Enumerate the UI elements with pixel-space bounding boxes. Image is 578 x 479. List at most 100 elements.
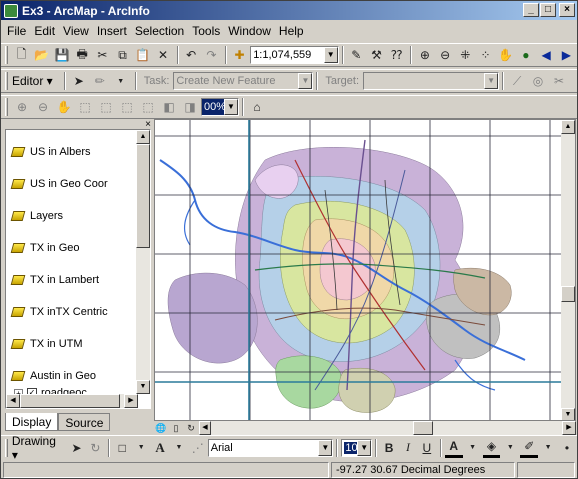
delete-icon[interactable]: ✕ <box>153 45 172 65</box>
menu-help[interactable]: Help <box>279 24 304 38</box>
layout-view-icon[interactable]: ▯ <box>169 421 183 435</box>
layout-zoom-combo[interactable]: 00% ▼ <box>201 98 239 116</box>
edit-tool-icon[interactable]: ➤ <box>69 71 89 91</box>
map-canvas[interactable] <box>155 120 576 421</box>
tab-display[interactable]: Display <box>5 413 59 431</box>
zoom-in-icon[interactable]: ⊕ <box>415 45 434 65</box>
toc-frame-item[interactable]: US in Geo Coor <box>10 178 108 190</box>
scroll-up-icon[interactable]: ▲ <box>561 120 575 134</box>
select-elements-icon[interactable]: ➤ <box>68 438 86 458</box>
scroll-left-icon[interactable]: ◀ <box>199 421 211 435</box>
tab-source[interactable]: Source <box>58 413 111 431</box>
hscroll-thumb[interactable] <box>20 394 120 408</box>
print-icon[interactable]: 🖶 <box>73 45 92 65</box>
cut-icon[interactable]: ✂ <box>93 45 112 65</box>
drawing-menu-button[interactable]: Drawing ▾ <box>12 434 60 462</box>
chevron-down-icon[interactable]: ▼ <box>484 73 499 89</box>
text-icon[interactable]: A <box>151 438 169 458</box>
close-button[interactable]: × <box>559 3 575 17</box>
redo-icon[interactable]: ↷ <box>202 45 221 65</box>
scroll-left-icon[interactable]: ◀ <box>6 394 20 408</box>
editor-menu-button[interactable]: Editor ▾ <box>12 74 53 88</box>
edit-vertices-icon[interactable]: ⋰ <box>189 438 207 458</box>
toc-frame-item[interactable]: TX in UTM <box>10 338 83 350</box>
line-color-dropdown-icon[interactable]: ▼ <box>539 438 557 458</box>
scroll-thumb[interactable] <box>136 144 150 248</box>
menu-view[interactable]: View <box>63 24 89 38</box>
italic-button[interactable]: I <box>399 438 417 458</box>
zoom-out-icon[interactable]: ⊖ <box>436 45 455 65</box>
font-size-combo[interactable]: 10 ▼ <box>341 438 373 457</box>
full-extent-icon[interactable]: ● <box>516 45 535 65</box>
chevron-down-icon[interactable]: ▼ <box>357 439 372 456</box>
undo-icon[interactable]: ↶ <box>182 45 201 65</box>
map-display[interactable]: ▲ ▼ <box>154 119 576 421</box>
data-view-icon[interactable]: 🌐 <box>154 421 168 435</box>
font-color-icon[interactable]: A <box>444 438 463 458</box>
line-color-icon[interactable]: ✐ <box>520 438 539 458</box>
text-dropdown-icon[interactable]: ▼ <box>170 438 188 458</box>
rotate-icon[interactable]: ↻ <box>86 438 104 458</box>
menu-tools[interactable]: Tools <box>192 24 220 38</box>
editor-toolbar-icon[interactable]: ✎ <box>347 45 366 65</box>
sketch-tool-icon[interactable]: ✏ <box>90 71 110 91</box>
map-scroll-thumb[interactable] <box>561 286 575 302</box>
font-combo[interactable]: Arial ▼ <box>207 438 334 457</box>
marker-color-icon[interactable]: • <box>558 438 576 458</box>
toc-horizontal-scrollbar[interactable]: ◀ ▶ <box>6 394 138 408</box>
fill-color-dropdown-icon[interactable]: ▼ <box>501 438 519 458</box>
save-icon[interactable]: 💾 <box>52 45 71 65</box>
sketch-dropdown-icon[interactable]: ▼ <box>111 71 131 91</box>
open-icon[interactable]: 📂 <box>32 45 51 65</box>
fixed-zoom-in-layout-icon[interactable]: ⬚ <box>117 97 137 117</box>
underline-button[interactable]: U <box>418 438 436 458</box>
task-combo[interactable]: Create New Feature ▼ <box>173 72 314 90</box>
chevron-down-icon[interactable]: ▼ <box>298 73 313 89</box>
layout-zoom-in-icon[interactable]: ⊕ <box>12 97 32 117</box>
fixed-zoom-in-icon[interactable]: ⁜ <box>456 45 475 65</box>
menu-selection[interactable]: Selection <box>135 24 184 38</box>
fixed-zoom-out-icon[interactable]: ⁘ <box>476 45 495 65</box>
whats-this-icon[interactable]: ⁇ <box>387 45 406 65</box>
toc-frame-item[interactable]: TX inTX Centric <box>10 306 108 318</box>
toc-frame-item[interactable]: Layers <box>10 210 63 222</box>
arctoolbox-icon[interactable]: ⚒ <box>367 45 386 65</box>
font-color-dropdown-icon[interactable]: ▼ <box>464 438 482 458</box>
target-combo[interactable]: ▼ <box>363 72 500 90</box>
back-page-icon[interactable]: ◧ <box>159 97 179 117</box>
chevron-down-icon[interactable]: ▼ <box>224 99 238 115</box>
map-vertical-scrollbar[interactable]: ▲ ▼ <box>561 120 575 420</box>
map-scale-combo[interactable]: 1:1,074,559 ▼ <box>250 46 339 64</box>
rectangle-dropdown-icon[interactable]: ▼ <box>132 438 150 458</box>
layout-zoom-out-icon[interactable]: ⊖ <box>33 97 53 117</box>
fixed-zoom-out-layout-icon[interactable]: ⬚ <box>138 97 158 117</box>
map-horizontal-scrollbar[interactable] <box>211 421 562 435</box>
toggle-draft-mode-icon[interactable]: ⌂ <box>247 97 267 117</box>
copy-icon[interactable]: ⧉ <box>113 45 132 65</box>
chevron-down-icon[interactable]: ▼ <box>318 439 333 456</box>
back-extent-icon[interactable]: ◀ <box>537 45 556 65</box>
fill-color-icon[interactable]: ◈ <box>482 438 501 458</box>
zoom-100-icon[interactable]: ⬚ <box>96 97 116 117</box>
scroll-right-icon[interactable]: ▶ <box>562 421 576 435</box>
toolbar-grip[interactable] <box>5 46 8 64</box>
refresh-icon[interactable]: ↻ <box>184 421 198 435</box>
map-hscroll-thumb[interactable] <box>413 421 433 435</box>
toc-frame-item[interactable]: TX in Geo <box>10 242 80 254</box>
sketch-line-icon[interactable]: ⟋ <box>507 71 527 91</box>
zoom-whole-page-icon[interactable]: ⬚ <box>75 97 95 117</box>
menu-window[interactable]: Window <box>228 24 271 38</box>
forward-page-icon[interactable]: ◨ <box>180 97 200 117</box>
bold-button[interactable]: B <box>380 438 398 458</box>
layout-pan-icon[interactable]: ✋ <box>54 97 74 117</box>
maximize-button[interactable]: □ <box>540 3 556 17</box>
attributes-icon[interactable]: ◎ <box>528 71 548 91</box>
scroll-down-icon[interactable]: ▼ <box>136 380 150 394</box>
toc-frame-item[interactable]: TX in Lambert <box>10 274 99 286</box>
rectangle-icon[interactable]: □ <box>113 438 131 458</box>
scroll-down-icon[interactable]: ▼ <box>561 408 575 420</box>
menu-edit[interactable]: Edit <box>34 24 55 38</box>
split-icon[interactable]: ✂ <box>549 71 569 91</box>
forward-extent-icon[interactable]: ▶ <box>557 45 576 65</box>
menu-insert[interactable]: Insert <box>97 24 127 38</box>
